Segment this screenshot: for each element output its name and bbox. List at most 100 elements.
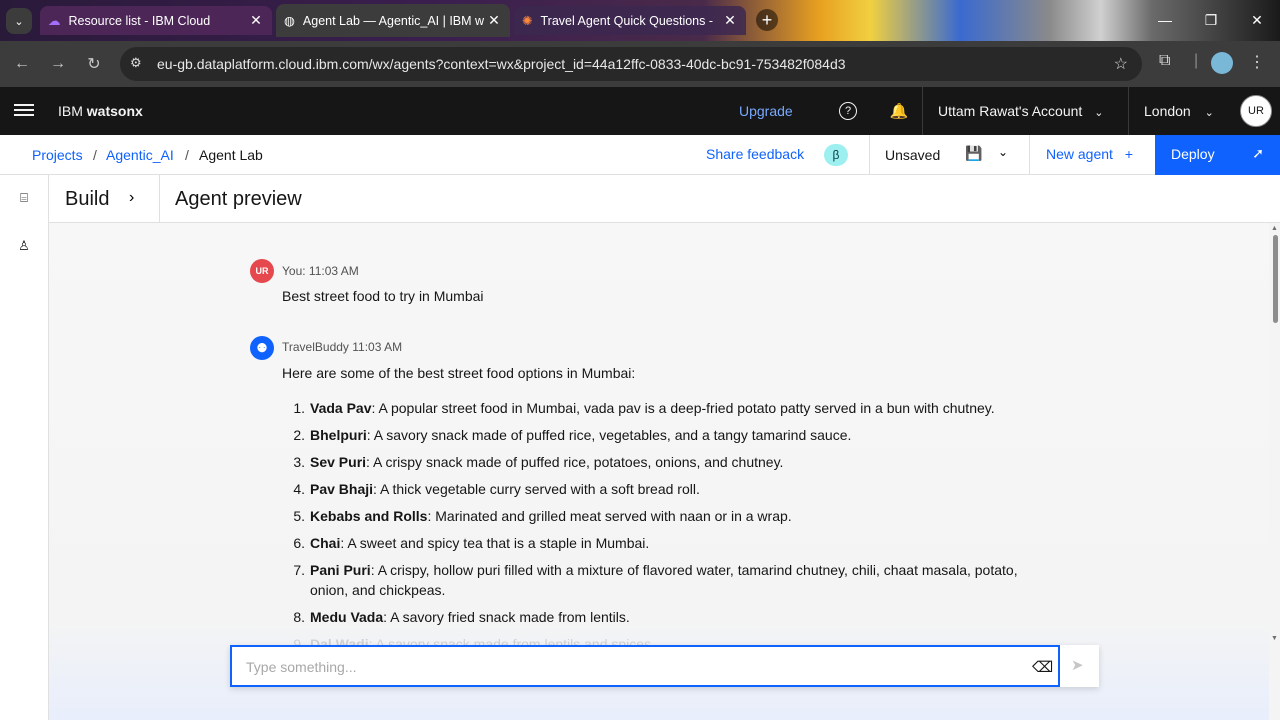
breadcrumb-separator: / [185, 147, 189, 163]
bot-icon: ⚉ [250, 336, 274, 360]
upgrade-link[interactable]: Upgrade [739, 103, 793, 119]
browser-tab-resource-list[interactable]: ☁ Resource list - IBM Cloud ✕ [40, 6, 272, 35]
save-icon[interactable]: 💾 [965, 145, 982, 161]
new-tab-button[interactable]: + [756, 9, 778, 31]
message-meta: TravelBuddy 11:03 AM [282, 340, 403, 354]
list-item: 8. Medu Vada: A savory fried snack made f… [282, 607, 1042, 627]
item-desc: : A thick vegetable curry served with a … [373, 481, 700, 497]
close-window-icon[interactable]: ✕ [1234, 0, 1280, 40]
minimize-icon[interactable]: — [1142, 0, 1188, 40]
toolbar-divider: | [1194, 52, 1199, 69]
share-feedback-link[interactable]: Share feedback [706, 146, 804, 162]
list-number: 7. [293, 562, 305, 578]
list-number: 4. [293, 481, 305, 497]
deploy-button[interactable]: Deploy ➚ [1155, 135, 1280, 175]
chat-input-bar: ⌫ ➤ [230, 645, 1099, 687]
flow-icon[interactable]: ⌸ [14, 188, 34, 208]
list-number: 8. [293, 609, 305, 625]
item-name: Medu Vada [310, 609, 384, 625]
item-desc: : A crispy, hollow puri filled with a mi… [310, 562, 1018, 598]
scroll-up-icon[interactable]: ▲ [1271, 225, 1278, 232]
breadcrumb-projects[interactable]: Projects [32, 147, 83, 163]
help-icon[interactable]: ? [839, 102, 857, 120]
agent-icon[interactable]: ♙ [14, 236, 34, 256]
ibm-cloud-icon: ☁ [48, 14, 61, 28]
tab-title: Travel Agent Quick Questions - [540, 13, 714, 28]
scrollbar-thumb[interactable] [1273, 235, 1278, 323]
region-switcher[interactable]: London ⌄ [1144, 103, 1214, 119]
tab-search-icon[interactable]: ⌄ [6, 8, 32, 34]
item-desc: : A crispy snack made of puffed rice, po… [366, 454, 784, 470]
chevron-down-icon[interactable]: ⌄ [998, 145, 1008, 159]
list-number: 1. [293, 400, 305, 416]
profile-avatar[interactable] [1211, 52, 1233, 74]
list-item: 2. Bhelpuri: A savory snack made of puffe… [282, 425, 1042, 445]
item-name: Kebabs and Rolls [310, 508, 428, 524]
back-icon[interactable]: ← [10, 52, 34, 76]
user-avatar[interactable]: UR [1240, 95, 1272, 127]
address-bar[interactable]: ⚙ eu-gb.dataplatform.cloud.ibm.com/wx/ag… [120, 47, 1142, 81]
message-meta: You: 11:03 AM [282, 264, 359, 278]
new-agent-label: New agent [1046, 146, 1113, 162]
bookmark-star-icon[interactable]: ☆ [1114, 54, 1128, 74]
user-avatar: UR [250, 259, 274, 283]
item-desc: : A sweet and spicy tea that is a staple… [340, 535, 650, 551]
chat-input[interactable] [246, 657, 1016, 677]
tab-close-icon[interactable]: ✕ [486, 12, 502, 29]
item-name: Pav Bhaji [310, 481, 374, 497]
send-icon[interactable]: ➤ [1071, 656, 1084, 674]
chat-scrollbar[interactable]: ▲ ▼ [1269, 223, 1280, 720]
item-desc: : A popular street food in Mumbai, vada … [371, 400, 995, 416]
menu-icon[interactable] [14, 101, 34, 121]
chevron-down-icon: ⌄ [1204, 107, 1214, 119]
chevron-right-icon[interactable]: › [129, 189, 134, 207]
list-number: 3. [293, 454, 305, 470]
beta-tag: β [824, 144, 848, 166]
browser-tab-agent-lab[interactable]: ◍ Agent Lab — Agentic_AI | IBM w ✕ [276, 4, 510, 37]
tab-close-icon[interactable]: ✕ [722, 12, 738, 29]
item-name: Sev Puri [310, 454, 367, 470]
add-icon: + [1124, 146, 1134, 162]
browser-toolbar: ← → ↻ ⚙ eu-gb.dataplatform.cloud.ibm.com… [0, 41, 1280, 87]
build-toggle[interactable]: Build [65, 188, 109, 211]
breadcrumb-project[interactable]: Agentic_AI [106, 147, 174, 163]
deploy-label: Deploy [1171, 146, 1215, 162]
travel-icon: ✺ [522, 14, 533, 28]
eraser-icon[interactable]: ⌫ [1032, 658, 1053, 676]
user-message: Best street food to try in Mumbai [282, 288, 484, 304]
site-settings-icon[interactable]: ⚙ [130, 55, 142, 71]
app-header: IBM watsonx Upgrade ? 🔔 Uttam Rawat's Ac… [0, 87, 1280, 135]
new-agent-button[interactable]: New agent + [1046, 146, 1133, 162]
browser-menu-icon[interactable]: ⋮ [1249, 52, 1265, 72]
bot-message-intro: Here are some of the best street food op… [282, 365, 636, 381]
forward-icon[interactable]: → [46, 52, 70, 76]
notification-icon[interactable]: 🔔 [887, 99, 911, 123]
left-rail: ⌸ ♙ [0, 175, 49, 720]
save-status: Unsaved [885, 147, 941, 163]
tab-title: Agent Lab — Agentic_AI | IBM w [302, 13, 485, 28]
chevron-down-icon: ⌄ [1094, 107, 1104, 119]
browser-tab-strip: ⌄ ☁ Resource list - IBM Cloud ✕ ◍ Agent … [0, 0, 1280, 41]
panel-header: Build › Agent preview [49, 175, 1280, 223]
restore-icon[interactable]: ❐ [1188, 0, 1234, 40]
globe-icon: ◍ [284, 14, 295, 28]
list-number: 6. [293, 535, 305, 551]
tab-title: Resource list - IBM Cloud [68, 13, 211, 28]
item-name: Vada Pav [310, 400, 372, 416]
reload-icon[interactable]: ↻ [82, 52, 106, 76]
extensions-icon[interactable]: ⧉ [1159, 52, 1170, 70]
item-name: Chai [310, 535, 341, 551]
browser-tab-travel-agent[interactable]: ✺ Travel Agent Quick Questions - ✕ [514, 6, 746, 35]
list-item: 1. Vada Pav: A popular street food in Mum… [282, 398, 1042, 418]
url-text[interactable]: eu-gb.dataplatform.cloud.ibm.com/wx/agen… [157, 56, 846, 72]
list-item: 3. Sev Puri: A crispy snack made of puffe… [282, 452, 1042, 472]
brand-name[interactable]: IBM watsonx [58, 103, 143, 119]
item-name: Bhelpuri [310, 427, 367, 443]
page-title: Agent preview [175, 188, 302, 210]
account-switcher[interactable]: Uttam Rawat's Account ⌄ [938, 103, 1103, 119]
tab-close-icon[interactable]: ✕ [248, 12, 264, 29]
food-list: 1. Vada Pav: A popular street food in Mum… [282, 398, 1042, 661]
chat-input-box: ⌫ [230, 645, 1060, 687]
list-item: 6. Chai: A sweet and spicy tea that is a … [282, 533, 1042, 553]
scroll-down-icon[interactable]: ▼ [1271, 635, 1278, 642]
